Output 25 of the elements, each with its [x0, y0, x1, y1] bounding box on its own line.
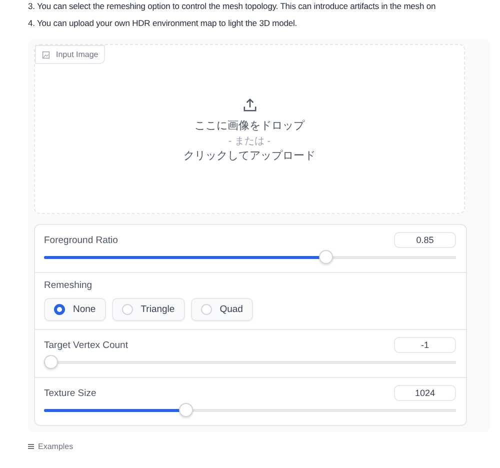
image-icon — [42, 50, 50, 58]
radio-button[interactable] — [54, 304, 65, 315]
slider-handle[interactable] — [44, 355, 58, 369]
list-icon — [28, 444, 34, 449]
slider-handle[interactable] — [318, 250, 333, 264]
radio-option[interactable]: Quad — [190, 298, 253, 321]
examples-label: Examples — [28, 442, 500, 451]
image-drop-zone[interactable]: Input Image ここに画像をドロップ - または - クリックしてアップロード — [34, 44, 465, 214]
click-upload-text: クリックしてアップロード — [184, 149, 316, 164]
slider-label: Target Vertex Count — [44, 340, 128, 350]
radio-group-label: Remeshing — [44, 280, 94, 291]
instruction-text: 4. You can upload your own HDR environment map to light the 3D model. — [28, 17, 298, 29]
upload-icon — [242, 97, 258, 113]
number-field[interactable]: 1024 — [394, 385, 456, 401]
or-text: - または - — [228, 135, 271, 149]
radio-option[interactable]: None — [44, 298, 106, 321]
slider-label: Texture Size — [44, 388, 96, 398]
input-image-label: Input Image — [35, 45, 106, 64]
slider-handle[interactable] — [179, 403, 194, 417]
slider-label: Foreground Ratio — [44, 234, 118, 246]
radio-option[interactable]: Triangle — [112, 298, 185, 321]
number-field[interactable]: -1 — [394, 337, 456, 353]
number-field[interactable]: 0.85 — [394, 232, 456, 248]
instruction-text: 3. You can select the remeshing option to control the mesh topology. This can introduce artifacts in the mesh on — [28, 0, 437, 12]
drop-text: ここに画像をドロップ — [194, 119, 304, 134]
